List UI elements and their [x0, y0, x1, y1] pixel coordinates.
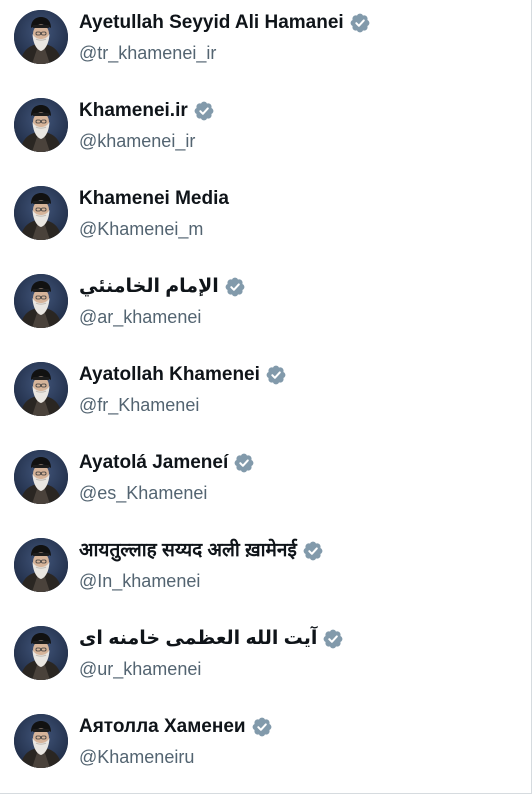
avatar[interactable]: [14, 714, 68, 768]
display-name[interactable]: Ayetullah Seyyid Ali Hamanei: [79, 10, 344, 36]
name-row: Ayetullah Seyyid Ali Hamanei: [79, 10, 371, 36]
account-item[interactable]: Аятолла Хаменеи @Khameneiru: [0, 704, 531, 792]
account-item[interactable]: Ayatollah Khamenei @fr_Khamenei: [0, 352, 531, 440]
username-handle[interactable]: @tr_khamenei_ir: [79, 41, 216, 65]
username-handle[interactable]: @In_khamenei: [79, 569, 200, 593]
account-item[interactable]: Ayatolá Jameneí @es_Khamenei: [0, 440, 531, 528]
verified-badge-icon: [233, 452, 255, 474]
username-handle[interactable]: @Khameneiru: [79, 745, 194, 769]
verified-badge-icon: [251, 716, 273, 738]
avatar[interactable]: [14, 10, 68, 64]
avatar[interactable]: [14, 274, 68, 328]
name-row: आयतुल्लाह सय्यद अली ख़ामेनई: [79, 538, 324, 564]
username-handle[interactable]: @ar_khamenei: [79, 305, 201, 329]
display-name[interactable]: الإمام الخامنئي: [79, 274, 219, 300]
name-row: Ayatolá Jameneí: [79, 450, 255, 476]
account-item[interactable]: آیت الله العظمی خامنه ای @ur_khamenei: [0, 616, 531, 704]
verified-badge-icon: [224, 276, 246, 298]
account-item[interactable]: Khamenei Media @Khamenei_m: [0, 176, 531, 264]
username-handle[interactable]: @es_Khamenei: [79, 481, 207, 505]
username-handle[interactable]: @Khamenei_m: [79, 217, 203, 241]
account-item[interactable]: الإمام الخامنئي @ar_khamenei: [0, 264, 531, 352]
display-name[interactable]: Ayatollah Khamenei: [79, 362, 260, 388]
account-item[interactable]: Ayetullah Seyyid Ali Hamanei @tr_khamene…: [0, 0, 531, 88]
verified-badge-icon: [265, 364, 287, 386]
username-handle[interactable]: @ur_khamenei: [79, 657, 201, 681]
account-item[interactable]: आयतुल्लाह सय्यद अली ख़ामेनई @In_khamenei: [0, 528, 531, 616]
avatar[interactable]: [14, 538, 68, 592]
verified-badge-icon: [322, 628, 344, 650]
avatar[interactable]: [14, 98, 68, 152]
display-name[interactable]: Khamenei Media: [79, 186, 229, 212]
name-row: Khamenei.ir: [79, 98, 215, 124]
display-name[interactable]: Аятолла Хаменеи: [79, 714, 246, 740]
display-name[interactable]: आयतुल्लाह सय्यद अली ख़ामेनई: [79, 538, 297, 564]
username-handle[interactable]: @fr_Khamenei: [79, 393, 199, 417]
verified-badge-icon: [302, 540, 324, 562]
avatar[interactable]: [14, 362, 68, 416]
name-row: Ayatollah Khamenei: [79, 362, 287, 388]
verified-badge-icon: [349, 12, 371, 34]
avatar[interactable]: [14, 450, 68, 504]
display-name[interactable]: آیت الله العظمی خامنه ای: [79, 626, 317, 652]
name-row: Khamenei Media: [79, 186, 229, 212]
avatar[interactable]: [14, 626, 68, 680]
name-row: Аятолла Хаменеи: [79, 714, 273, 740]
verified-badge-icon: [193, 100, 215, 122]
display-name[interactable]: Khamenei.ir: [79, 98, 188, 124]
avatar[interactable]: [14, 186, 68, 240]
username-handle[interactable]: @khamenei_ir: [79, 129, 195, 153]
account-item[interactable]: Khamenei.ir @khamenei_ir: [0, 88, 531, 176]
name-row: آیت الله العظمی خامنه ای: [79, 626, 344, 652]
account-list-panel: Ayetullah Seyyid Ali Hamanei @tr_khamene…: [0, 0, 532, 794]
name-row: الإمام الخامنئي: [79, 274, 246, 300]
display-name[interactable]: Ayatolá Jameneí: [79, 450, 228, 476]
